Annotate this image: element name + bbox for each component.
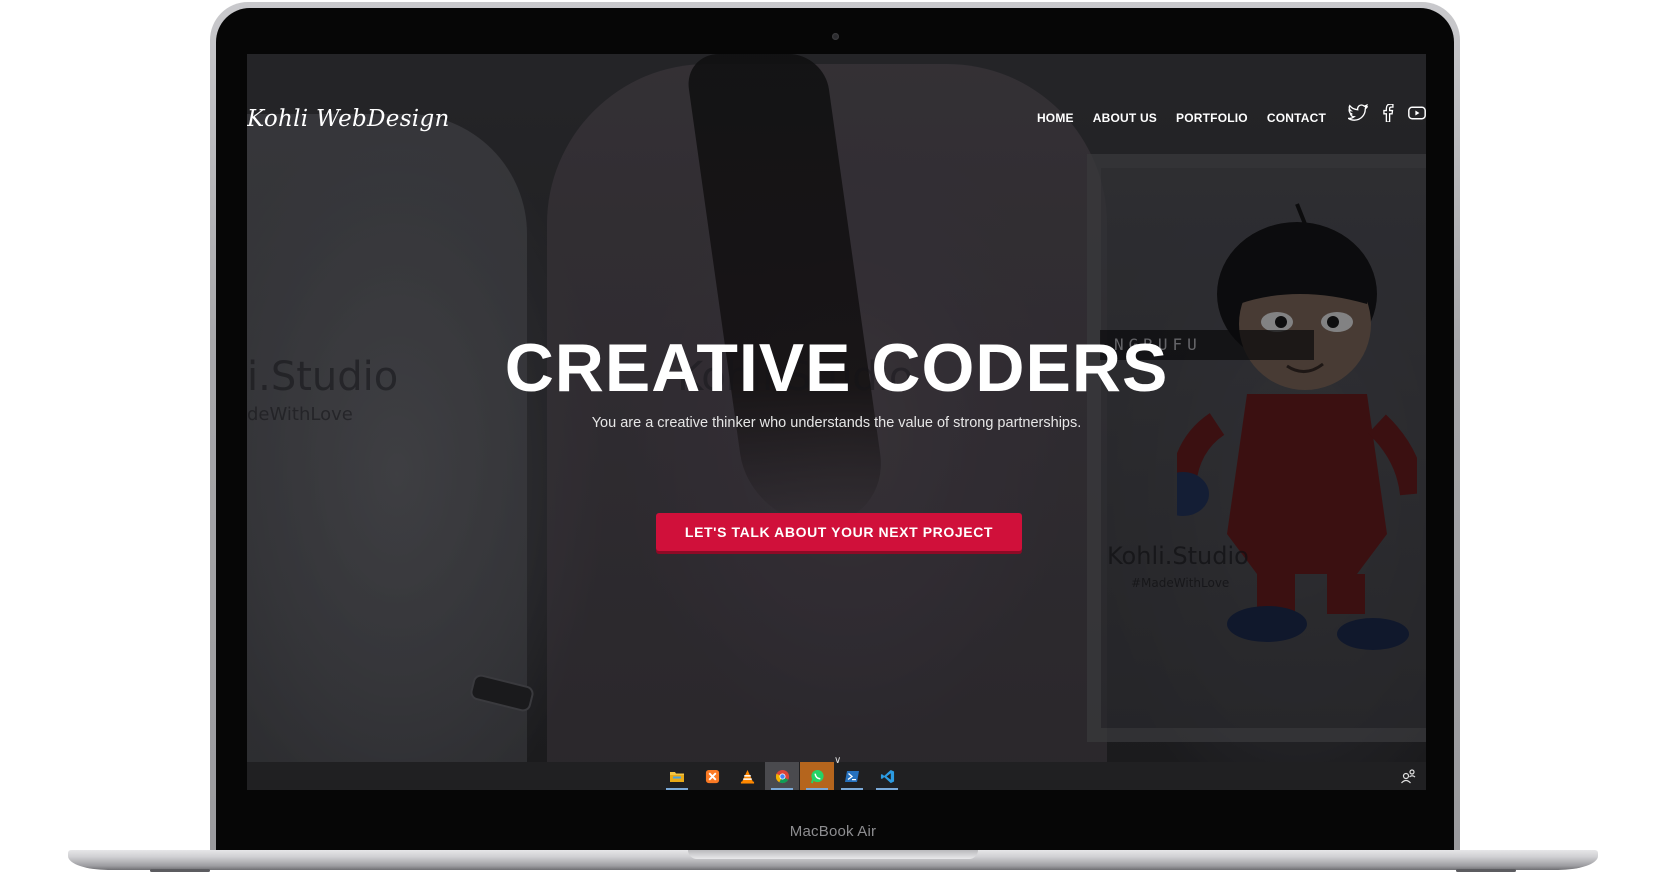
cta-button[interactable]: LET'S TALK ABOUT YOUR NEXT PROJECT: [656, 513, 1022, 551]
hero-bg-person-left: [247, 114, 527, 762]
nav-home[interactable]: HOME: [1037, 111, 1074, 125]
laptop-mockup: i.Studio deWithLove Kohli.Studio Kohli.S…: [0, 0, 1666, 895]
laptop-foot-left: [150, 869, 210, 872]
hero-bg-person-center: [547, 64, 1107, 762]
twitter-icon[interactable]: [1348, 104, 1368, 122]
hero-bg-bracelet: [468, 672, 536, 714]
taskbar: [247, 762, 1426, 790]
hero-bg-hair: [683, 54, 891, 524]
bg-print-brand-poster: Kohli.Studio: [1107, 542, 1249, 570]
taskbar-chrome[interactable]: [765, 762, 799, 790]
social-links: [1348, 104, 1426, 122]
xampp-icon: [705, 769, 719, 783]
vlc-icon: [740, 769, 754, 784]
browser-screen: i.Studio deWithLove Kohli.Studio Kohli.S…: [247, 54, 1426, 790]
hero-subtitle: You are a creative thinker who understan…: [591, 415, 1082, 431]
nav-contact[interactable]: CONTACT: [1267, 111, 1326, 125]
hero-section: i.Studio deWithLove Kohli.Studio Kohli.S…: [247, 54, 1426, 762]
taskbar-whatsapp[interactable]: [800, 762, 834, 790]
nav-portfolio[interactable]: PORTFOLIO: [1176, 111, 1248, 125]
powershell-icon: [845, 770, 859, 782]
site-logo[interactable]: Kohli WebDesign: [247, 106, 450, 132]
taskbar-powershell[interactable]: [835, 762, 869, 790]
whatsapp-icon: [810, 769, 824, 783]
hero-title: CREATIVE CODERS: [504, 330, 1169, 406]
taskbar-xampp[interactable]: [695, 762, 729, 790]
taskbar-vscode[interactable]: [870, 762, 904, 790]
main-nav: HOME ABOUT US PORTFOLIO CONTACT: [1037, 111, 1326, 125]
vscode-icon: [880, 769, 894, 783]
youtube-icon[interactable]: [1408, 105, 1426, 121]
device-label: MacBook Air: [789, 823, 877, 840]
taskbar-people[interactable]: [1400, 768, 1416, 789]
taskbar-file-explorer[interactable]: [660, 762, 694, 790]
people-icon: [1401, 769, 1416, 784]
webcam: [832, 33, 839, 40]
chevron-down-icon[interactable]: ∨: [834, 755, 841, 766]
laptop-base-notch: [688, 850, 978, 859]
chrome-icon: [775, 769, 789, 783]
nav-about-us[interactable]: ABOUT US: [1093, 111, 1157, 125]
file-explorer-icon: [670, 772, 684, 782]
taskbar-vlc[interactable]: [730, 762, 764, 790]
hero-bg-poster: [1087, 154, 1426, 742]
facebook-icon[interactable]: [1382, 104, 1394, 122]
bg-print-tag-poster: #MadeWithLove: [1131, 576, 1230, 590]
laptop-foot-right: [1456, 869, 1516, 872]
